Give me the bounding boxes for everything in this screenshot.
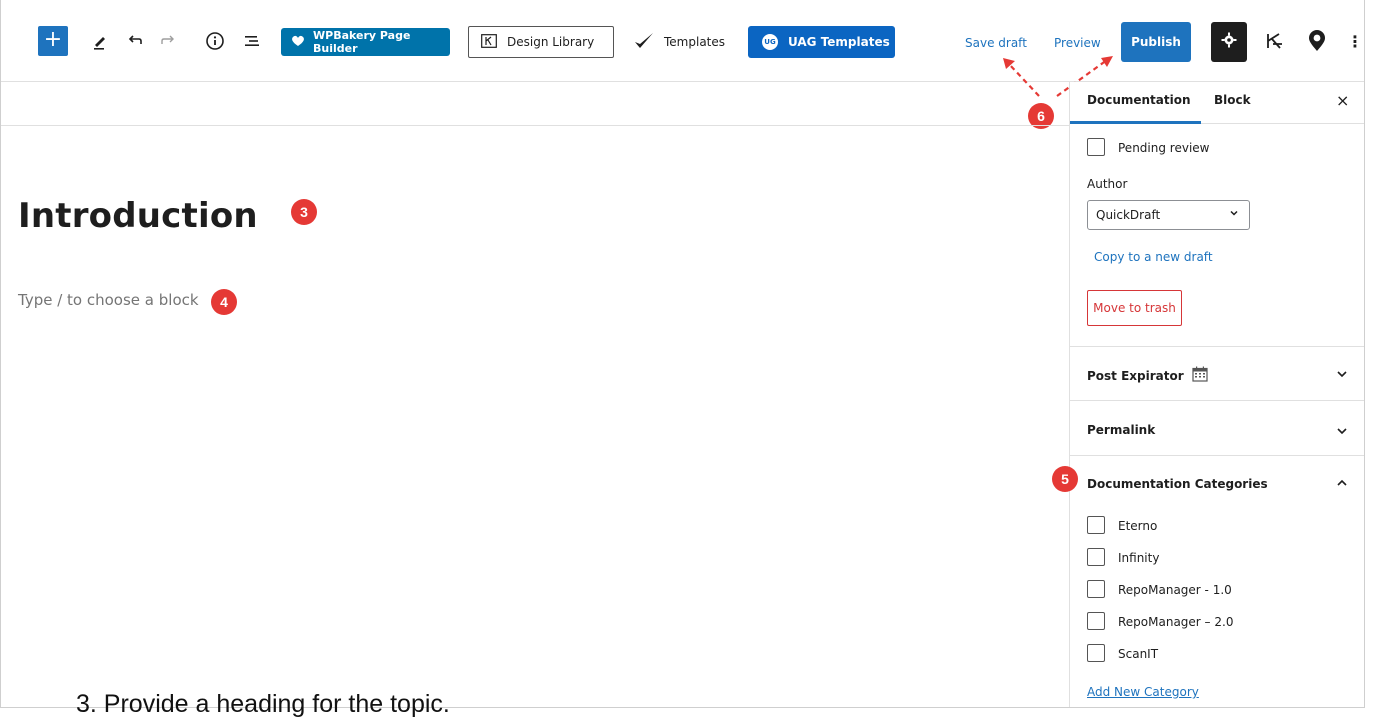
- wpbakery-button[interactable]: WPBakery Page Builder: [281, 28, 450, 56]
- uag-logo-icon: UG: [762, 34, 778, 50]
- editor-window: + WPBakery Page Builder Design Library T…: [0, 0, 1365, 708]
- templates-check-icon: [634, 32, 654, 53]
- preview-button[interactable]: Preview: [1054, 36, 1101, 50]
- documentation-categories-label: Documentation Categories: [1087, 477, 1268, 491]
- save-draft-button[interactable]: Save draft: [965, 36, 1027, 50]
- top-toolbar: + WPBakery Page Builder Design Library T…: [1, 0, 1364, 82]
- category-label: RepoManager – 2.0: [1118, 615, 1234, 629]
- category-checkbox[interactable]: [1087, 580, 1105, 598]
- list-view-icon[interactable]: [239, 28, 265, 54]
- chevron-up-icon[interactable]: [1336, 477, 1348, 491]
- permalink-label: Permalink: [1087, 423, 1156, 437]
- more-options-button[interactable]: ⋮: [1342, 28, 1364, 54]
- settings-sidebar: Documentation Block × Pending review Aut…: [1069, 82, 1364, 707]
- publish-button[interactable]: Publish: [1121, 22, 1191, 62]
- category-label: Infinity: [1118, 551, 1160, 565]
- design-library-label: Design Library: [507, 35, 595, 49]
- active-tab-indicator: [1070, 121, 1201, 124]
- category-label: RepoManager - 1.0: [1118, 583, 1232, 597]
- redo-icon[interactable]: [155, 28, 181, 54]
- documentation-categories-panel-toggle[interactable]: Documentation Categories: [1087, 477, 1268, 491]
- post-heading[interactable]: Introduction: [18, 196, 258, 236]
- editor-divider: [1, 125, 1070, 126]
- author-label: Author: [1087, 177, 1128, 191]
- close-sidebar-button[interactable]: ×: [1336, 91, 1349, 110]
- pencil-icon[interactable]: [87, 28, 113, 54]
- block-placeholder[interactable]: Type / to choose a block: [18, 291, 199, 309]
- tab-documentation[interactable]: Documentation: [1087, 93, 1191, 107]
- category-label: Eterno: [1118, 519, 1158, 533]
- category-checkbox[interactable]: [1087, 548, 1105, 566]
- kadence-icon[interactable]: [1261, 28, 1287, 54]
- panel-divider: [1070, 400, 1364, 401]
- chevron-down-icon[interactable]: [1336, 425, 1348, 439]
- author-select[interactable]: QuickDraft: [1087, 200, 1250, 230]
- callout-5: 5: [1052, 466, 1078, 492]
- location-pin-icon[interactable]: [1304, 28, 1330, 54]
- tab-block[interactable]: Block: [1214, 93, 1251, 107]
- permalink-panel-toggle[interactable]: Permalink: [1087, 423, 1155, 437]
- category-label: ScanIT: [1118, 647, 1159, 661]
- calendar-icon: [1192, 366, 1208, 385]
- add-block-button[interactable]: +: [38, 26, 68, 56]
- post-expirator-label: Post Expirator: [1087, 368, 1184, 383]
- panel-divider: [1070, 346, 1364, 347]
- move-to-trash-button[interactable]: Move to trash: [1087, 290, 1182, 326]
- chevron-down-icon[interactable]: [1336, 368, 1348, 382]
- design-library-icon: [481, 33, 497, 51]
- category-checkbox[interactable]: [1087, 516, 1105, 534]
- pending-review-label: Pending review: [1118, 141, 1210, 155]
- info-icon[interactable]: [202, 28, 228, 54]
- uag-templates-label: UAG Templates: [788, 35, 890, 49]
- callout-3: 3: [291, 199, 317, 225]
- pending-review-checkbox[interactable]: [1087, 138, 1105, 156]
- callout-4: 4: [211, 289, 237, 315]
- sidebar-tabs: Documentation Block ×: [1070, 82, 1364, 124]
- gear-icon: [1221, 32, 1237, 52]
- heart-icon: [291, 35, 305, 50]
- add-new-category-link[interactable]: Add New Category: [1087, 685, 1199, 699]
- uag-templates-button[interactable]: UG UAG Templates: [748, 26, 895, 58]
- undo-icon[interactable]: [122, 28, 148, 54]
- templates-label: Templates: [664, 35, 726, 49]
- settings-button[interactable]: [1211, 22, 1247, 62]
- panel-divider: [1070, 455, 1364, 456]
- author-value: QuickDraft: [1096, 208, 1161, 222]
- design-library-button[interactable]: Design Library: [468, 26, 614, 58]
- templates-button[interactable]: Templates: [634, 28, 725, 56]
- category-checkbox[interactable]: [1087, 644, 1105, 662]
- copy-to-new-draft-link[interactable]: Copy to a new draft: [1094, 250, 1213, 264]
- step-caption: 3. Provide a heading for the topic.: [76, 690, 450, 718]
- chevron-down-icon: [1229, 208, 1239, 221]
- post-expirator-panel-toggle[interactable]: Post Expirator: [1087, 366, 1208, 385]
- category-checkbox[interactable]: [1087, 612, 1105, 630]
- wpbakery-label: WPBakery Page Builder: [313, 29, 411, 55]
